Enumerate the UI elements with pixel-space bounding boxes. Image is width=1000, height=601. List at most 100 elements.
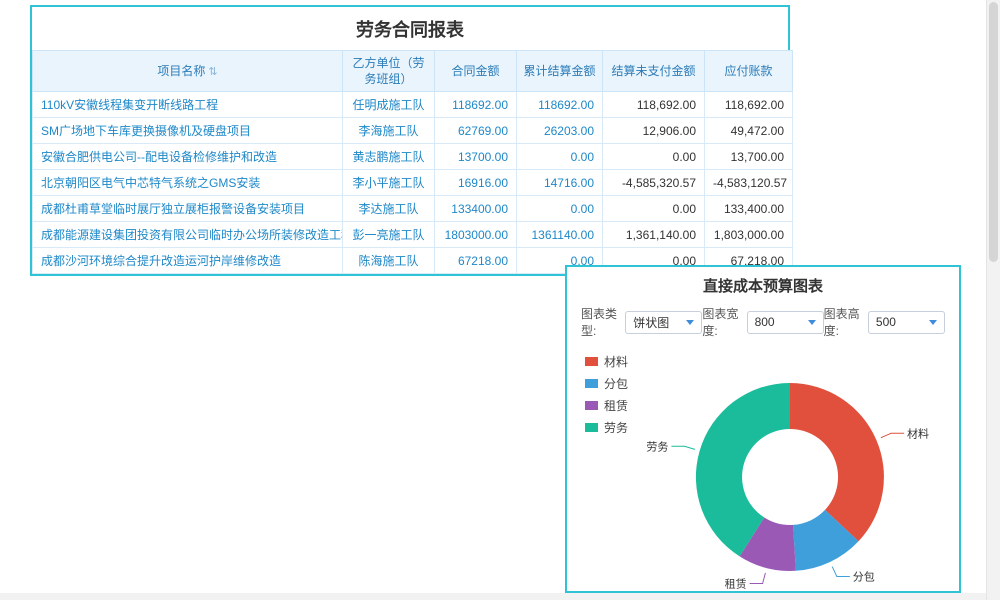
column-header-0: 项目名称⇅ bbox=[33, 51, 343, 92]
column-header-label: 累计结算金额 bbox=[523, 64, 595, 78]
table-cell: 黄志鹏施工队 bbox=[343, 144, 435, 170]
table-row: SM广场地下车库更换摄像机及硬盘项目李海施工队62769.0026203.001… bbox=[33, 118, 793, 144]
chart-controls: 图表类型: 饼状图 图表宽度: 800 图表高度:500 bbox=[567, 301, 959, 345]
chart-type-select[interactable]: 饼状图 bbox=[625, 311, 702, 334]
legend-item-劳务[interactable]: 劳务 bbox=[585, 419, 628, 436]
project-name-cell[interactable]: 成都杜甫草堂临时展厅独立展柜报警设备安装项目 bbox=[33, 196, 343, 222]
table-cell: 1361140.00 bbox=[517, 222, 603, 248]
table-cell: 0.00 bbox=[603, 144, 705, 170]
control-label: 图表宽度: bbox=[702, 305, 743, 339]
table-cell: -4,583,120.57 bbox=[705, 170, 793, 196]
chart-area: 材料分包租赁劳务 材料分包租赁劳务 bbox=[567, 345, 959, 601]
pie-label-租赁: 租赁 bbox=[725, 577, 747, 591]
table-cell: 李达施工队 bbox=[343, 196, 435, 222]
table-cell: -4,585,320.57 bbox=[603, 170, 705, 196]
table-row: 110kV安徽线程集变开断线路工程任明成施工队118692.00118692.0… bbox=[33, 92, 793, 118]
table-row: 北京朝阳区电气中芯特气系统之GMS安装李小平施工队16916.0014716.0… bbox=[33, 170, 793, 196]
column-header-label: 应付账款 bbox=[724, 64, 772, 78]
horizontal-scrollbar[interactable] bbox=[0, 593, 986, 600]
pie-label-line bbox=[832, 567, 850, 577]
chart-height-select[interactable]: 500 bbox=[868, 311, 945, 334]
chart-panel-title: 直接成本预算图表 bbox=[567, 267, 959, 301]
vertical-scrollbar[interactable] bbox=[986, 0, 1000, 600]
table-cell: 118,692.00 bbox=[705, 92, 793, 118]
select-value: 饼状图 bbox=[633, 314, 669, 331]
project-name-cell[interactable]: SM广场地下车库更换摄像机及硬盘项目 bbox=[33, 118, 343, 144]
labor-contract-table: 项目名称⇅ 乙方单位（劳务班组） 合同金额 累计结算金额 结算未支付金额 应付账款 110… bbox=[32, 50, 793, 274]
legend-swatch bbox=[585, 379, 598, 388]
cost-budget-chart-panel: 直接成本预算图表 图表类型:饼状图图表宽度:800图表高度:500 材料分包租赁… bbox=[565, 265, 961, 593]
sort-icon[interactable]: ⇅ bbox=[208, 66, 217, 78]
table-cell: 12,906.00 bbox=[603, 118, 705, 144]
column-header-label: 合同金额 bbox=[451, 64, 499, 78]
header-row: 项目名称⇅ 乙方单位（劳务班组） 合同金额 累计结算金额 结算未支付金额 应付账款 bbox=[33, 51, 793, 92]
legend-swatch bbox=[585, 357, 598, 366]
chart-width-select[interactable]: 800 bbox=[747, 311, 824, 334]
table-row: 安徽合肥供电公司--配电设备检修维护和改造黄志鹏施工队13700.000.000… bbox=[33, 144, 793, 170]
table-cell: 陈海施工队 bbox=[343, 248, 435, 274]
table-cell: 1,803,000.00 bbox=[705, 222, 793, 248]
legend-label: 租赁 bbox=[604, 397, 628, 414]
pie-label-line bbox=[750, 573, 766, 584]
legend-item-租赁[interactable]: 租赁 bbox=[585, 397, 628, 414]
chevron-down-icon bbox=[808, 320, 816, 325]
legend-swatch bbox=[585, 423, 598, 432]
column-header-label: 结算未支付金额 bbox=[611, 64, 695, 78]
control-group: 图表类型: 饼状图 bbox=[581, 305, 702, 339]
legend-item-分包[interactable]: 分包 bbox=[585, 375, 628, 392]
table-cell: 49,472.00 bbox=[705, 118, 793, 144]
legend-label: 材料 bbox=[604, 353, 628, 370]
project-name-cell[interactable]: 成都沙河环境综合提升改造运河护岸维修改造 bbox=[33, 248, 343, 274]
pie-slice-材料[interactable] bbox=[790, 383, 884, 541]
select-value: 800 bbox=[755, 315, 775, 329]
table-cell: 李小平施工队 bbox=[343, 170, 435, 196]
chevron-down-icon bbox=[929, 320, 937, 325]
table-cell: 0.00 bbox=[517, 196, 603, 222]
pie-label-劳务: 劳务 bbox=[646, 440, 668, 453]
project-name-cell[interactable]: 成都能源建设集团投资有限公司临时办公场所装修改造工程EPC bbox=[33, 222, 343, 248]
table-cell: 1803000.00 bbox=[435, 222, 517, 248]
column-header-5: 应付账款 bbox=[705, 51, 793, 92]
table-cell: 1,361,140.00 bbox=[603, 222, 705, 248]
table-cell: 133,400.00 bbox=[705, 196, 793, 222]
table-cell: 14716.00 bbox=[517, 170, 603, 196]
table-cell: 李海施工队 bbox=[343, 118, 435, 144]
project-name-cell[interactable]: 北京朝阳区电气中芯特气系统之GMS安装 bbox=[33, 170, 343, 196]
table-cell: 118,692.00 bbox=[603, 92, 705, 118]
table-cell: 任明成施工队 bbox=[343, 92, 435, 118]
project-name-cell[interactable]: 110kV安徽线程集变开断线路工程 bbox=[33, 92, 343, 118]
vertical-scrollbar-thumb[interactable] bbox=[989, 2, 998, 262]
column-header-1: 乙方单位（劳务班组） bbox=[343, 51, 435, 92]
table-row: 成都能源建设集团投资有限公司临时办公场所装修改造工程EPC彭一亮施工队18030… bbox=[33, 222, 793, 248]
pie-label-line bbox=[671, 446, 695, 449]
table-cell: 13,700.00 bbox=[705, 144, 793, 170]
pie-label-分包: 分包 bbox=[853, 571, 875, 584]
chart-legend: 材料分包租赁劳务 bbox=[585, 353, 628, 436]
table-cell: 62769.00 bbox=[435, 118, 517, 144]
select-value: 500 bbox=[876, 315, 896, 329]
table-cell: 26203.00 bbox=[517, 118, 603, 144]
table-cell: 0.00 bbox=[603, 196, 705, 222]
control-group: 图表宽度: 800 bbox=[702, 305, 823, 339]
column-header-4: 结算未支付金额 bbox=[603, 51, 705, 92]
column-header-label: 乙方单位（劳务班组） bbox=[352, 56, 424, 86]
table-header: 项目名称⇅ 乙方单位（劳务班组） 合同金额 累计结算金额 结算未支付金额 应付账款 bbox=[33, 51, 793, 92]
pie-label-line bbox=[881, 433, 904, 437]
table-cell: 0.00 bbox=[517, 144, 603, 170]
table-cell: 133400.00 bbox=[435, 196, 517, 222]
report-title: 劳务合同报表 bbox=[32, 7, 788, 50]
chevron-down-icon bbox=[686, 320, 694, 325]
table-row: 成都杜甫草堂临时展厅独立展柜报警设备安装项目李达施工队133400.000.00… bbox=[33, 196, 793, 222]
legend-label: 分包 bbox=[604, 375, 628, 392]
table-cell: 118692.00 bbox=[517, 92, 603, 118]
table-cell: 13700.00 bbox=[435, 144, 517, 170]
legend-item-材料[interactable]: 材料 bbox=[585, 353, 628, 370]
legend-label: 劳务 bbox=[604, 419, 628, 436]
pie-label-材料: 材料 bbox=[907, 426, 929, 440]
column-header-label: 项目名称 bbox=[157, 64, 205, 78]
control-label: 图表类型: bbox=[581, 305, 622, 339]
control-group: 图表高度:500 bbox=[824, 305, 945, 339]
project-name-cell[interactable]: 安徽合肥供电公司--配电设备检修维护和改造 bbox=[33, 144, 343, 170]
table-cell: 118692.00 bbox=[435, 92, 517, 118]
labor-contract-report-panel: 劳务合同报表 项目名称⇅ 乙方单位（劳务班组） 合同金额 累计结算金额 结算未支付金额 应… bbox=[30, 5, 790, 276]
